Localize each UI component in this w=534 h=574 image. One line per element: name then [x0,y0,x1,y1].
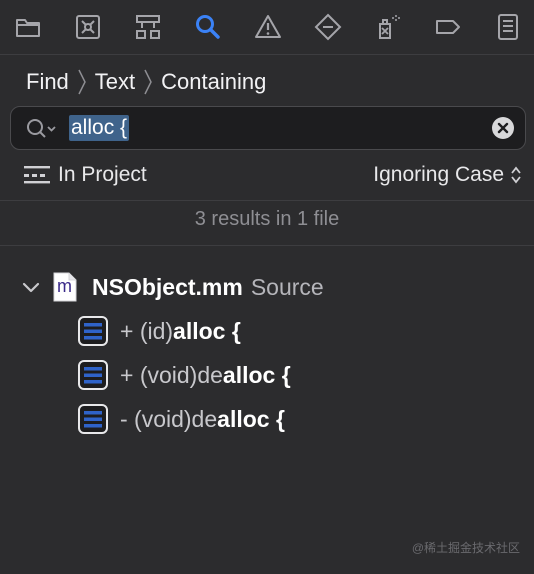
watermark: @稀土掘金技术社区 [411,541,520,555]
breadcrumb-text[interactable]: Text [95,69,135,95]
result-file-row[interactable]: m NSObject.mm Source [20,270,324,304]
match-highlight: alloc { [217,405,285,432]
match-row[interactable]: + (id) alloc { [78,314,241,348]
search-field[interactable]: alloc { [10,106,526,150]
breadcrumb-find[interactable]: Find [26,69,69,95]
debug-spray-icon[interactable] [370,9,406,45]
code-match-icon [78,360,108,390]
file-name: NSObject.mm [92,273,243,300]
match-prefix: + (id) [120,317,174,344]
test-diamond-icon[interactable] [310,9,346,45]
breadcrumb-containing[interactable]: Containing [161,69,266,95]
report-list-icon[interactable] [490,9,526,45]
match-row[interactable]: - (void)de alloc { [78,402,285,436]
code-match-icon [78,316,108,346]
warning-icon[interactable] [250,9,286,45]
chevron-down-icon[interactable] [20,276,42,298]
results-divider [0,245,534,246]
search-icon[interactable] [190,9,226,45]
match-highlight: alloc { [173,317,241,344]
match-highlight: alloc { [222,361,291,388]
case-option-popup[interactable]: Ignoring Case [373,160,522,190]
breakpoint-tag-icon[interactable] [430,9,466,45]
chevron-right-icon [143,68,153,96]
case-option-label: Ignoring Case [373,163,504,186]
file-kind: Source [250,273,324,300]
folder-icon[interactable] [10,9,46,45]
chevron-right-icon [77,68,87,96]
match-prefix: - (void)de [120,405,218,432]
up-down-chevron-icon [511,166,521,184]
objc-file-icon: m [52,272,78,302]
toolbar-divider [0,54,534,55]
match-prefix: + (void)de [120,361,223,388]
navigator-toolbar [0,0,534,54]
search-options-icon[interactable] [25,117,59,146]
scope-selector[interactable]: In Project [24,160,147,190]
scope-label: In Project [58,163,147,186]
source-control-icon[interactable] [70,9,106,45]
scope-icon [24,166,50,184]
breadcrumb: Find Text Containing [26,66,266,98]
results-summary: 3 results in 1 file [194,208,340,230]
options-divider [0,200,534,201]
match-row[interactable]: + (void)de alloc { [78,358,291,392]
code-match-icon [78,404,108,434]
file-icon-letter: m [57,276,72,296]
hierarchy-icon[interactable] [130,9,166,45]
clear-search-icon[interactable] [492,117,514,139]
search-input[interactable]: alloc { [69,115,130,141]
